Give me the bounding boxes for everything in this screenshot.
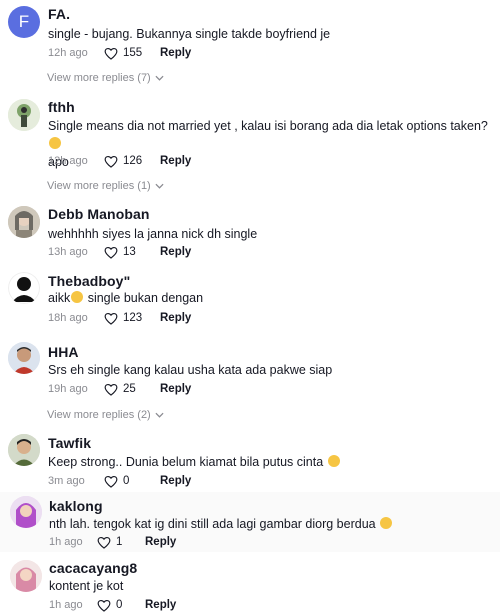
- comment-username[interactable]: kaklong: [49, 498, 103, 514]
- comment-meta: 18h ago 123 Reply: [48, 310, 191, 326]
- comment-meta: 12h ago 155 Reply: [48, 45, 191, 61]
- avatar[interactable]: [8, 272, 40, 304]
- comment-meta: 13h ago 13 Reply: [48, 244, 191, 260]
- comment-item: Thebadboy" aikk single bukan dengan 18h …: [0, 270, 500, 340]
- chevron-down-icon: [155, 75, 164, 81]
- comment-item: kaklong nth lah. tengok kat ig dini stil…: [0, 492, 500, 552]
- heart-icon: [104, 155, 118, 168]
- heart-icon: [104, 475, 118, 488]
- comment-username[interactable]: fthh: [48, 99, 75, 115]
- comment-item: HHA Srs eh single kang kalau usha kata a…: [0, 342, 500, 432]
- like-count: 0: [123, 475, 130, 487]
- like-button[interactable]: 126: [104, 155, 151, 168]
- avatar[interactable]: F: [8, 6, 40, 38]
- chevron-down-icon: [155, 183, 164, 189]
- reply-button[interactable]: Reply: [160, 246, 191, 258]
- avatar[interactable]: [8, 434, 40, 466]
- comment-time: 1h ago: [49, 599, 83, 611]
- comment-item: F FA. single - bujang. Bukannya single t…: [0, 0, 500, 96]
- comment-username[interactable]: cacacayang8: [49, 560, 137, 576]
- comment-text-body: Keep strong.. Dunia belum kiamat bila pu…: [48, 455, 324, 469]
- heart-icon: [104, 246, 118, 259]
- view-more-replies[interactable]: View more replies (7): [47, 72, 164, 84]
- like-count: 25: [123, 383, 136, 395]
- comment-time: 1h ago: [49, 536, 83, 548]
- comment-text-part1: aikk: [48, 291, 71, 305]
- like-button[interactable]: 123: [104, 312, 151, 325]
- comment-meta: 1h ago 1 Reply: [49, 534, 176, 550]
- comment-username[interactable]: FA.: [48, 6, 70, 22]
- comment-time: 19h ago: [48, 383, 88, 395]
- comment-text: wehhhhh siyes la janna nick dh single: [48, 227, 258, 241]
- view-more-label: View more replies (7): [47, 72, 151, 84]
- reply-button[interactable]: Reply: [160, 475, 191, 487]
- reply-button[interactable]: Reply: [145, 599, 176, 611]
- avatar[interactable]: [10, 496, 42, 528]
- comment-meta: 12h ago 126 Reply: [48, 153, 191, 169]
- comment-item: cacacayang8 kontent je kot 1h ago 0 Repl…: [0, 556, 500, 614]
- reply-button[interactable]: Reply: [160, 155, 191, 167]
- chevron-down-icon: [155, 412, 164, 418]
- view-more-replies[interactable]: View more replies (1): [47, 180, 164, 192]
- view-more-label: View more replies (1): [47, 180, 151, 192]
- comment-username[interactable]: Tawfik: [48, 435, 91, 451]
- comment-text-part2: single bukan dengan: [84, 291, 204, 305]
- comment-text-line1: Single means dia not married yet , kalau…: [48, 119, 488, 133]
- comment-item: Debb Manoban wehhhhh siyes la janna nick…: [0, 206, 500, 268]
- heart-icon: [97, 536, 111, 549]
- comment-text: kontent je kot: [49, 579, 124, 593]
- reply-button[interactable]: Reply: [160, 383, 191, 395]
- avatar-letter: F: [18, 12, 30, 31]
- comment-time: 12h ago: [48, 155, 88, 167]
- like-button[interactable]: 0: [97, 599, 136, 612]
- like-button[interactable]: 155: [104, 47, 151, 60]
- like-button[interactable]: 0: [104, 475, 151, 488]
- view-more-replies[interactable]: View more replies (2): [47, 409, 164, 421]
- worried-emoji-icon: [327, 455, 340, 467]
- like-count: 123: [123, 312, 143, 324]
- like-count: 0: [116, 599, 123, 611]
- heart-icon: [104, 383, 118, 396]
- comment-meta: 1h ago 0 Reply: [49, 597, 176, 613]
- comment-text: Keep strong.. Dunia belum kiamat bila pu…: [48, 453, 468, 471]
- comment-username[interactable]: Debb Manoban: [48, 206, 150, 222]
- comment-meta: 19h ago 25 Reply: [48, 381, 191, 397]
- like-count: 13: [123, 246, 136, 258]
- grinning-sweat-emoji-icon: [380, 517, 393, 529]
- comment-username[interactable]: HHA: [48, 344, 79, 360]
- comment-item: Tawfik Keep strong.. Dunia belum kiamat …: [0, 434, 500, 492]
- avatar[interactable]: [8, 206, 40, 238]
- comment-time: 3m ago: [48, 475, 85, 487]
- like-count: 1: [116, 536, 123, 548]
- heart-icon: [97, 599, 111, 612]
- heart-icon: [104, 312, 118, 325]
- avatar[interactable]: [8, 342, 40, 374]
- like-button[interactable]: 13: [104, 246, 151, 259]
- laughing-emoji-icon: [49, 137, 61, 149]
- comment-text: nth lah. tengok kat ig dini still ada la…: [49, 515, 489, 533]
- like-button[interactable]: 1: [97, 536, 136, 549]
- heart-icon: [104, 47, 118, 60]
- comment-text: Srs eh single kang kalau usha kata ada p…: [48, 363, 333, 377]
- like-count: 126: [123, 155, 143, 167]
- comment-meta: 3m ago 0 Reply: [48, 473, 191, 489]
- comment-time: 13h ago: [48, 246, 88, 258]
- comment-time: 18h ago: [48, 312, 88, 324]
- reply-button[interactable]: Reply: [145, 536, 176, 548]
- comment-text: aikk single bukan dengan: [48, 289, 468, 307]
- like-button[interactable]: 25: [104, 383, 151, 396]
- reply-button[interactable]: Reply: [160, 312, 191, 324]
- comment-item: fthh Single means dia not married yet , …: [0, 96, 500, 206]
- avatar[interactable]: [8, 99, 40, 131]
- comment-text-body: nth lah. tengok kat ig dini still ada la…: [49, 517, 376, 531]
- view-more-label: View more replies (2): [47, 409, 151, 421]
- comment-username[interactable]: Thebadboy": [48, 273, 130, 289]
- flushed-emoji-icon: [71, 291, 84, 303]
- comment-text: single - bujang. Bukannya single takde b…: [48, 27, 331, 41]
- comment-time: 12h ago: [48, 47, 88, 59]
- reply-button[interactable]: Reply: [160, 47, 191, 59]
- like-count: 155: [123, 47, 143, 59]
- avatar[interactable]: [10, 560, 42, 592]
